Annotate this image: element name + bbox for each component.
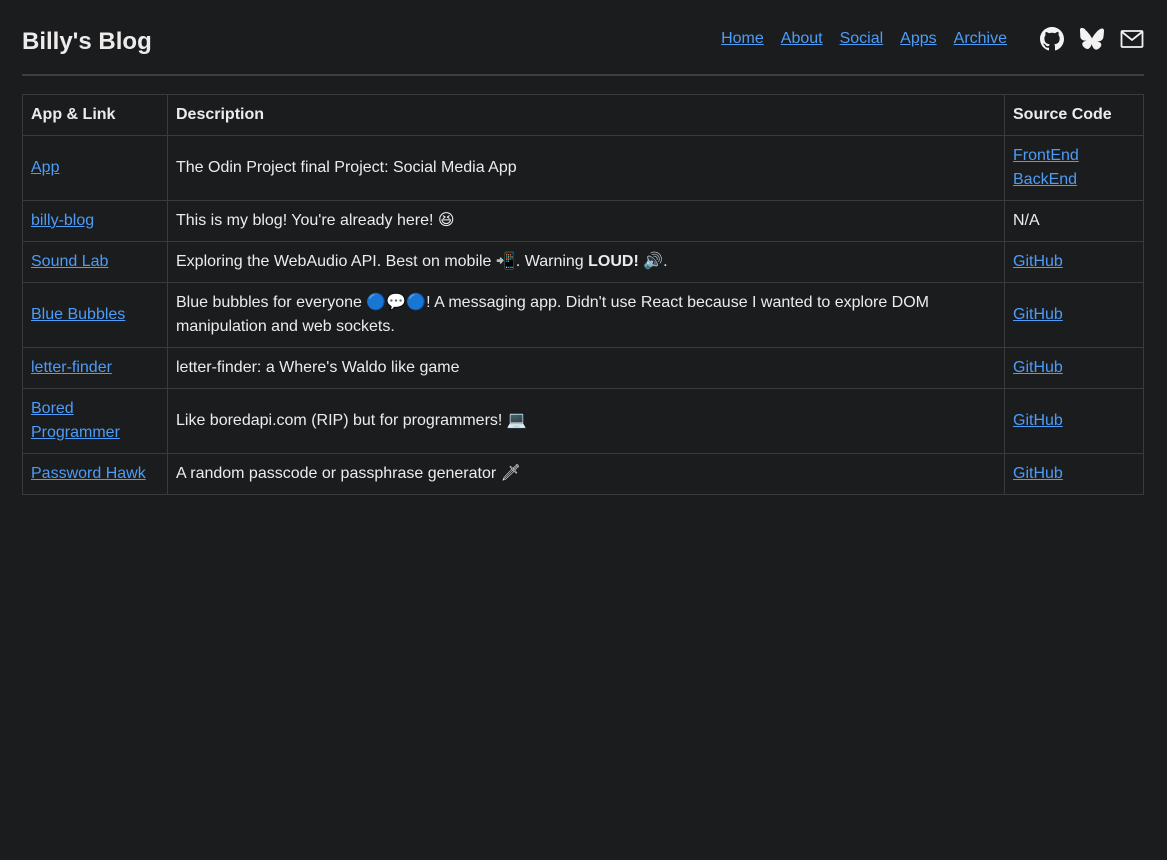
source-cell: FrontEnd BackEnd (1004, 135, 1144, 201)
bluesky-icon[interactable] (1080, 27, 1104, 51)
main-nav: Home About Social Apps Archive (721, 25, 1144, 53)
header-description: Description (167, 94, 1005, 136)
github-link[interactable]: GitHub (1013, 412, 1063, 429)
page-container: Billy's Blog Home About Social Apps Arch… (22, 0, 1144, 495)
description-cell: letter-finder: a Where's Waldo like game (167, 347, 1005, 389)
site-header: Billy's Blog Home About Social Apps Arch… (22, 0, 1144, 76)
apps-table: App & Link Description Source Code App T… (22, 94, 1144, 495)
nav-about-link[interactable]: About (781, 25, 823, 53)
github-link[interactable]: GitHub (1013, 465, 1063, 482)
table-row: Blue Bubbles Blue bubbles for everyone 🔵… (22, 282, 1144, 348)
description-cell: Blue bubbles for everyone 🔵💬🔵! A messagi… (167, 282, 1005, 348)
app-cell: letter-finder (22, 347, 168, 389)
description-cell: The Odin Project final Project: Social M… (167, 135, 1005, 201)
app-link[interactable]: Bored Programmer (31, 400, 120, 441)
description-bold: LOUD! (588, 253, 639, 270)
table-row: letter-finder letter-finder: a Where's W… (22, 347, 1144, 389)
nav-social-link[interactable]: Social (840, 25, 884, 53)
app-cell: billy-blog (22, 200, 168, 242)
github-link[interactable]: GitHub (1013, 253, 1063, 270)
backend-link[interactable]: BackEnd (1013, 168, 1135, 192)
github-link[interactable]: GitHub (1013, 306, 1063, 323)
description-cell: Like boredapi.com (RIP) but for programm… (167, 388, 1005, 454)
nav-apps-link[interactable]: Apps (900, 25, 936, 53)
github-link[interactable]: GitHub (1013, 359, 1063, 376)
description-cell: This is my blog! You're already here! 😆 (167, 200, 1005, 242)
app-link[interactable]: Password Hawk (31, 465, 146, 482)
app-cell: Password Hawk (22, 453, 168, 495)
app-link[interactable]: billy-blog (31, 212, 94, 229)
site-title[interactable]: Billy's Blog (22, 27, 152, 57)
app-link[interactable]: App (31, 159, 59, 176)
app-cell: App (22, 135, 168, 201)
app-link[interactable]: Sound Lab (31, 253, 108, 270)
app-cell: Sound Lab (22, 241, 168, 283)
table-header-row: App & Link Description Source Code (22, 94, 1144, 136)
table-row: Password Hawk A random passcode or passp… (22, 453, 1144, 495)
description-cell: A random passcode or passphrase generato… (167, 453, 1005, 495)
source-cell: GitHub (1004, 241, 1144, 283)
frontend-link[interactable]: FrontEnd (1013, 144, 1135, 168)
app-cell: Bored Programmer (22, 388, 168, 454)
description-text: 🔊. (638, 253, 668, 270)
source-cell: GitHub (1004, 347, 1144, 389)
mail-icon[interactable] (1120, 27, 1144, 51)
table-row: billy-blog This is my blog! You're alrea… (22, 200, 1144, 242)
table-row: App The Odin Project final Project: Soci… (22, 135, 1144, 201)
description-text: Exploring the WebAudio API. Best on mobi… (176, 253, 589, 270)
source-cell: N/A (1004, 200, 1144, 242)
table-row: Bored Programmer Like boredapi.com (RIP)… (22, 388, 1144, 454)
app-link[interactable]: Blue Bubbles (31, 306, 125, 323)
app-cell: Blue Bubbles (22, 282, 168, 348)
source-cell: GitHub (1004, 282, 1144, 348)
nav-archive-link[interactable]: Archive (954, 25, 1007, 53)
nav-home-link[interactable]: Home (721, 25, 764, 53)
description-cell: Exploring the WebAudio API. Best on mobi… (167, 241, 1005, 283)
github-icon[interactable] (1040, 27, 1064, 51)
table-row: Sound Lab Exploring the WebAudio API. Be… (22, 241, 1144, 283)
header-app: App & Link (22, 94, 168, 136)
app-link[interactable]: letter-finder (31, 359, 112, 376)
source-cell: GitHub (1004, 388, 1144, 454)
source-cell: GitHub (1004, 453, 1144, 495)
header-source: Source Code (1004, 94, 1144, 136)
